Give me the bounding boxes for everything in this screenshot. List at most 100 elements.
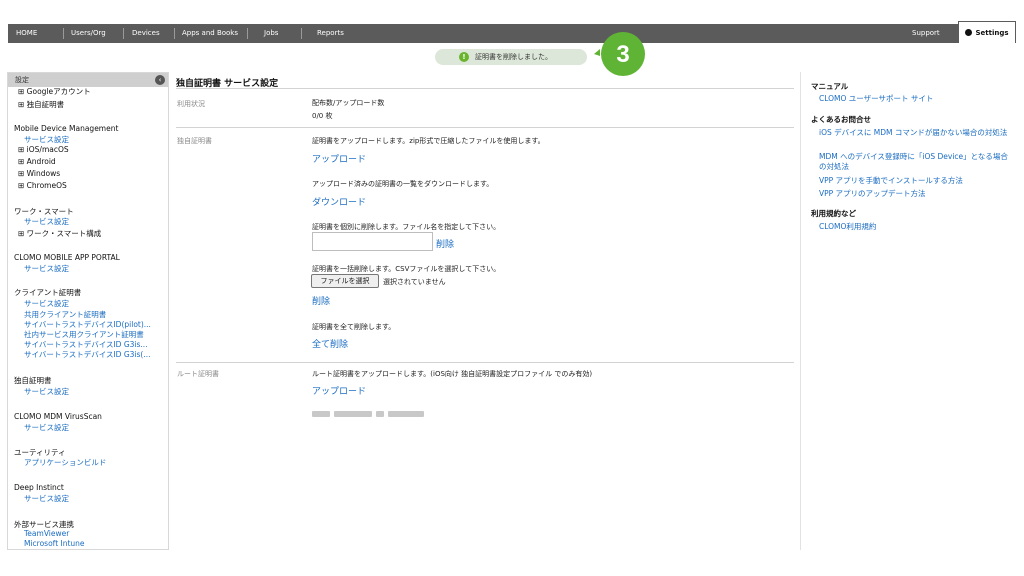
delete-bulk-link[interactable]: 削除 (312, 294, 330, 307)
download-link[interactable]: ダウンロード (312, 195, 366, 208)
nav-settings-tab[interactable]: Settings (958, 21, 1016, 43)
nav-users-org[interactable]: Users/Org (71, 24, 106, 43)
step-number: 3 (616, 41, 629, 68)
support-site-link[interactable]: CLOMO ユーザーサポート サイト (819, 94, 933, 104)
sidebar-tree-label: Windows (26, 169, 61, 178)
expand-icon[interactable]: ⊞ (18, 229, 27, 238)
sidebar-heading: 独自証明書 (14, 376, 52, 385)
faq-link[interactable]: VPP アプリのアップデート方法 (819, 189, 926, 199)
nav-home[interactable]: HOME (16, 24, 37, 43)
sidebar-link[interactable]: サービス設定 (24, 493, 69, 504)
own-cert-label: 独自証明書 (177, 137, 212, 145)
sidebar-link[interactable]: アプリケーションビルド (24, 457, 106, 468)
sidebar-tree-item[interactable]: ⊞ Android (18, 157, 56, 166)
top-navigation: HOME Users/Org Devices Apps and Books Jo… (8, 21, 1016, 43)
sidebar-tree-item[interactable]: ⊞ 独自証明書 (18, 99, 64, 110)
redacted-filename (312, 411, 330, 417)
choose-file-button[interactable]: ファイルを選択 (311, 274, 379, 288)
sidebar-link[interactable]: Microsoft Intune (24, 539, 85, 548)
collapse-icon[interactable]: ‹ (155, 75, 165, 85)
sidebar-tree-item[interactable]: ⊞ ワーク・スマート構成 (18, 228, 101, 239)
right-divider (800, 72, 801, 550)
divider (176, 88, 794, 89)
faq-heading: よくあるお問合せ (811, 115, 871, 124)
sidebar-link[interactable]: サービス設定 (24, 134, 69, 145)
divider (176, 127, 794, 128)
delete-one-link[interactable]: 削除 (436, 237, 454, 250)
success-toast: ! 証明書を削除しました。 (435, 49, 587, 65)
sidebar-header: 設定 ‹ (8, 73, 168, 87)
sidebar-tree-item[interactable]: ⊞ Googleアカウント (18, 86, 91, 97)
redacted-filename (334, 411, 372, 417)
sidebar-heading: クライアント証明書 (14, 288, 82, 297)
root-cert-description: ルート証明書をアップロードします。(iOS向け 独自証明書設定プロファイル での… (312, 370, 593, 378)
sidebar-link[interactable]: サービス設定 (24, 422, 69, 433)
sidebar-heading: CLOMO MOBILE APP PORTAL (14, 253, 120, 262)
sidebar-link[interactable]: サービス設定 (24, 298, 69, 309)
sidebar-link[interactable]: サービス設定 (24, 263, 69, 274)
sidebar-heading: CLOMO MDM VirusScan (14, 412, 102, 421)
sidebar-link[interactable]: サービス設定 (24, 386, 69, 397)
filename-input[interactable] (312, 232, 433, 251)
download-description: アップロード済みの証明書の一覧をダウンロードします。 (312, 180, 494, 188)
sidebar-tree-label: 独自証明書 (26, 100, 65, 109)
nav-devices[interactable]: Devices (132, 24, 160, 43)
usage-title: 配布数/アップロード数 (312, 99, 385, 107)
info-icon: ! (459, 52, 469, 62)
sidebar-tree-label: ワーク・スマート構成 (26, 229, 102, 238)
divider (176, 362, 794, 363)
expand-icon[interactable]: ⊞ (18, 157, 27, 166)
gear-icon (965, 29, 973, 36)
terms-link[interactable]: CLOMO利用規約 (819, 222, 876, 232)
sidebar-tree-label: iOS/macOS (26, 145, 69, 154)
nav-divider (247, 28, 248, 39)
nav-apps-and-books[interactable]: Apps and Books (182, 24, 238, 43)
delete-one-description: 証明書を個別に削除します。ファイル名を指定して下さい。 (312, 223, 501, 231)
upload-description: 証明書をアップロードします。zip形式で圧縮したファイルを使用します。 (312, 137, 545, 145)
nav-divider (301, 28, 302, 39)
sidebar-title: 設定 (15, 76, 29, 84)
sidebar-tree-item[interactable]: ⊞ ChromeOS (18, 181, 67, 190)
sidebar-tree-item[interactable]: ⊞ Windows (18, 169, 60, 178)
sidebar-tree-label: Android (26, 157, 56, 166)
faq-link[interactable]: VPP アプリを手動でインストールする方法 (819, 176, 963, 186)
nav-reports[interactable]: Reports (317, 24, 344, 43)
usage-label: 利用状況 (177, 100, 205, 108)
faq-link[interactable]: iOS デバイスに MDM コマンドが届かない場合の対処法 (819, 128, 1009, 138)
expand-icon[interactable]: ⊞ (18, 181, 27, 190)
expand-icon[interactable]: ⊞ (18, 145, 27, 154)
nav-divider (63, 28, 64, 39)
no-file-selected: 選択されていません (383, 278, 446, 286)
expand-icon[interactable]: ⊞ (18, 87, 27, 96)
delete-bulk-description: 証明書を一括削除します。CSVファイルを選択して下さい。 (312, 265, 501, 273)
root-cert-label: ルート証明書 (177, 370, 219, 378)
settings-label: Settings (975, 29, 1009, 37)
sidebar-tree-item[interactable]: ⊞ iOS/macOS (18, 145, 69, 154)
sidebar-link[interactable]: TeamViewer (24, 529, 69, 538)
sidebar-heading: Deep Instinct (14, 483, 64, 492)
step-badge: 3 (594, 32, 645, 76)
redacted-filename (388, 411, 424, 417)
sidebar-tree-label: Googleアカウント (26, 87, 91, 96)
faq-link[interactable]: MDM へのデバイス登録時に「iOS Device」となる場合の対処法 (819, 152, 1009, 172)
nav-divider (174, 28, 175, 39)
settings-sidebar: 設定 ‹ ⊞ Googleアカウント ⊞ 独自証明書 Mobile Device M… (7, 72, 169, 550)
redacted-filename (376, 411, 384, 417)
toast-message: 証明書を削除しました。 (475, 53, 552, 61)
sidebar-heading: Mobile Device Management (14, 124, 119, 133)
delete-all-link[interactable]: 全て削除 (312, 337, 348, 350)
sidebar-link[interactable]: サービス設定 (24, 216, 69, 227)
upload-link[interactable]: アップロード (312, 152, 366, 165)
sidebar-link[interactable]: サイバートラストデバイスID G3is(... (24, 349, 151, 360)
nav-support[interactable]: Support (912, 24, 940, 43)
usage-value: 0/0 枚 (312, 112, 333, 120)
sidebar-tree-label: ChromeOS (26, 181, 67, 190)
expand-icon[interactable]: ⊞ (18, 100, 27, 109)
nav-jobs[interactable]: Jobs (264, 24, 278, 43)
manual-heading: マニュアル (811, 82, 849, 91)
terms-heading: 利用規約など (811, 209, 856, 218)
expand-icon[interactable]: ⊞ (18, 169, 27, 178)
root-upload-link[interactable]: アップロード (312, 384, 366, 397)
delete-all-description: 証明書を全て削除します。 (312, 323, 396, 331)
nav-divider (123, 28, 124, 39)
